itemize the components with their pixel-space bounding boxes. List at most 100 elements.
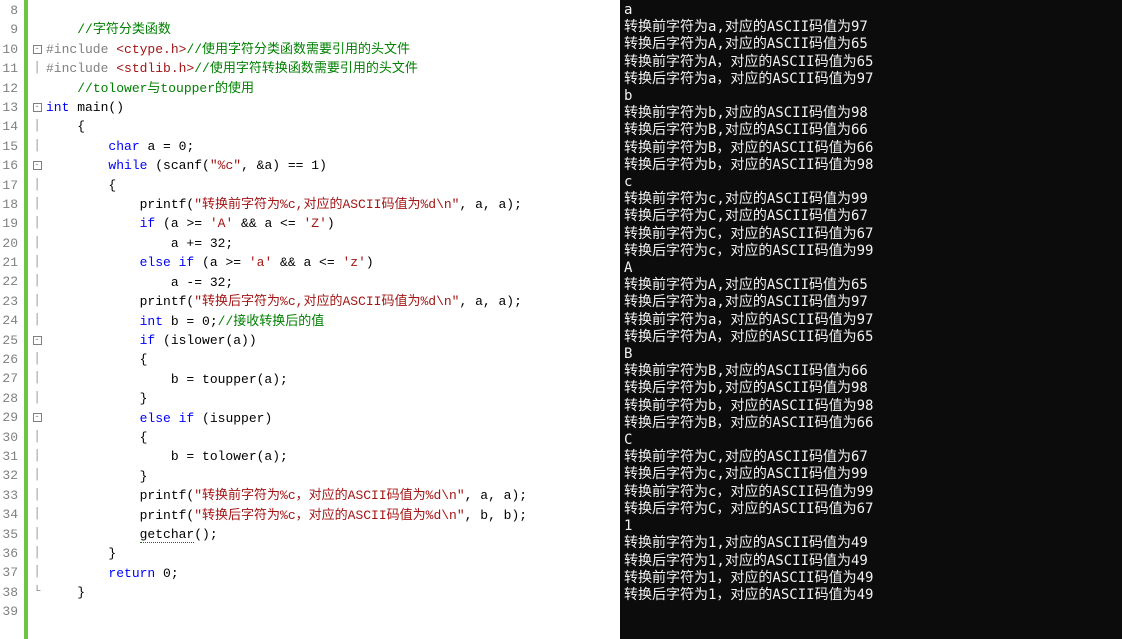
line-number: 28 (0, 389, 18, 408)
code-line[interactable]: #include <stdlib.h>//使用字符转换函数需要引用的头文件 (46, 59, 620, 78)
fold-marker: │ (28, 59, 46, 78)
fold-marker (28, 1, 46, 20)
line-number: 22 (0, 272, 18, 291)
console-output-pane[interactable]: a 转换前字符为a,对应的ASCII码值为97 转换后字符为A,对应的ASCII… (620, 0, 1122, 639)
code-line[interactable]: else if (a >= 'a' && a <= 'z') (46, 253, 620, 272)
code-line[interactable]: a -= 32; (46, 273, 620, 292)
line-number: 30 (0, 428, 18, 447)
code-line[interactable]: while (scanf("%c", &a) == 1) (46, 156, 620, 175)
line-number: 29 (0, 408, 18, 427)
fold-marker[interactable]: - (28, 156, 46, 175)
line-number: 33 (0, 486, 18, 505)
line-number: 23 (0, 292, 18, 311)
code-line[interactable]: { (46, 350, 620, 369)
fold-marker: │ (28, 195, 46, 214)
fold-marker[interactable]: - (28, 331, 46, 350)
code-line[interactable]: getchar(); (46, 525, 620, 544)
fold-marker: │ (28, 544, 46, 563)
code-line[interactable]: if (islower(a)) (46, 331, 620, 350)
line-number: 20 (0, 234, 18, 253)
code-line[interactable]: a += 32; (46, 234, 620, 253)
line-number: 18 (0, 195, 18, 214)
line-number: 14 (0, 117, 18, 136)
code-line[interactable]: { (46, 117, 620, 136)
line-number: 21 (0, 253, 18, 272)
line-number: 17 (0, 176, 18, 195)
code-line[interactable]: printf("转换后字符为%c，对应的ASCII码值为%d\n", b, b)… (46, 506, 620, 525)
fold-marker[interactable]: - (28, 40, 46, 59)
code-line[interactable]: //tolower与toupper的使用 (46, 79, 620, 98)
code-line[interactable]: } (46, 583, 620, 602)
code-line[interactable]: int main() (46, 98, 620, 117)
fold-marker: │ (28, 272, 46, 291)
fold-marker: │ (28, 137, 46, 156)
code-line[interactable]: b = toupper(a); (46, 370, 620, 389)
fold-marker: │ (28, 117, 46, 136)
fold-marker: │ (28, 350, 46, 369)
fold-marker: │ (28, 369, 46, 388)
code-line[interactable]: int b = 0;//接收转换后的值 (46, 312, 620, 331)
line-number: 10 (0, 40, 18, 59)
fold-marker: │ (28, 292, 46, 311)
line-number: 25 (0, 331, 18, 350)
code-line[interactable]: printf("转换前字符为%c，对应的ASCII码值为%d\n", a, a)… (46, 486, 620, 505)
code-line[interactable]: { (46, 176, 620, 195)
code-line[interactable]: printf("转换后字符为%c,对应的ASCII码值为%d\n", a, a)… (46, 292, 620, 311)
code-line[interactable]: if (a >= 'A' && a <= 'Z') (46, 214, 620, 233)
line-number: 37 (0, 563, 18, 582)
line-number: 26 (0, 350, 18, 369)
line-number: 13 (0, 98, 18, 117)
fold-marker: │ (28, 447, 46, 466)
code-line[interactable]: b = tolower(a); (46, 447, 620, 466)
code-line[interactable]: else if (isupper) (46, 409, 620, 428)
line-number: 27 (0, 369, 18, 388)
line-number: 32 (0, 466, 18, 485)
line-number: 12 (0, 79, 18, 98)
fold-marker: │ (28, 466, 46, 485)
line-number: 8 (0, 1, 18, 20)
line-number: 39 (0, 602, 18, 621)
fold-marker: └ (28, 583, 46, 602)
line-number: 31 (0, 447, 18, 466)
fold-marker (28, 20, 46, 39)
code-line[interactable]: char a = 0; (46, 137, 620, 156)
code-line[interactable]: return 0; (46, 564, 620, 583)
fold-marker[interactable]: - (28, 408, 46, 427)
fold-marker: │ (28, 525, 46, 544)
code-line[interactable] (46, 1, 620, 20)
fold-marker: │ (28, 311, 46, 330)
code-area[interactable]: //字符分类函数#include <ctype.h>//使用字符分类函数需要引用… (46, 0, 620, 639)
fold-marker: │ (28, 234, 46, 253)
code-editor-pane[interactable]: 8910111213141516171819202122232425262728… (0, 0, 620, 639)
fold-marker: │ (28, 563, 46, 582)
fold-marker: │ (28, 389, 46, 408)
line-number: 19 (0, 214, 18, 233)
line-number: 34 (0, 505, 18, 524)
fold-marker: │ (28, 428, 46, 447)
fold-marker (28, 79, 46, 98)
fold-marker (28, 602, 46, 621)
code-line[interactable]: //字符分类函数 (46, 20, 620, 39)
code-line[interactable]: } (46, 389, 620, 408)
line-number: 16 (0, 156, 18, 175)
line-number: 24 (0, 311, 18, 330)
line-number: 15 (0, 137, 18, 156)
line-number: 9 (0, 20, 18, 39)
fold-marker[interactable]: - (28, 98, 46, 117)
code-line[interactable]: } (46, 467, 620, 486)
code-line[interactable]: { (46, 428, 620, 447)
code-line[interactable]: printf("转换前字符为%c,对应的ASCII码值为%d\n", a, a)… (46, 195, 620, 214)
fold-marker: │ (28, 214, 46, 233)
line-number: 11 (0, 59, 18, 78)
fold-marker: │ (28, 486, 46, 505)
line-number: 38 (0, 583, 18, 602)
fold-marker: │ (28, 505, 46, 524)
line-number: 36 (0, 544, 18, 563)
fold-gutter[interactable]: -│-││-││││││││-│││-││││││││└ (28, 0, 46, 639)
code-line[interactable]: } (46, 544, 620, 563)
code-line[interactable]: #include <ctype.h>//使用字符分类函数需要引用的头文件 (46, 40, 620, 59)
fold-marker: │ (28, 176, 46, 195)
code-line[interactable] (46, 603, 620, 622)
fold-marker: │ (28, 253, 46, 272)
line-number: 35 (0, 525, 18, 544)
